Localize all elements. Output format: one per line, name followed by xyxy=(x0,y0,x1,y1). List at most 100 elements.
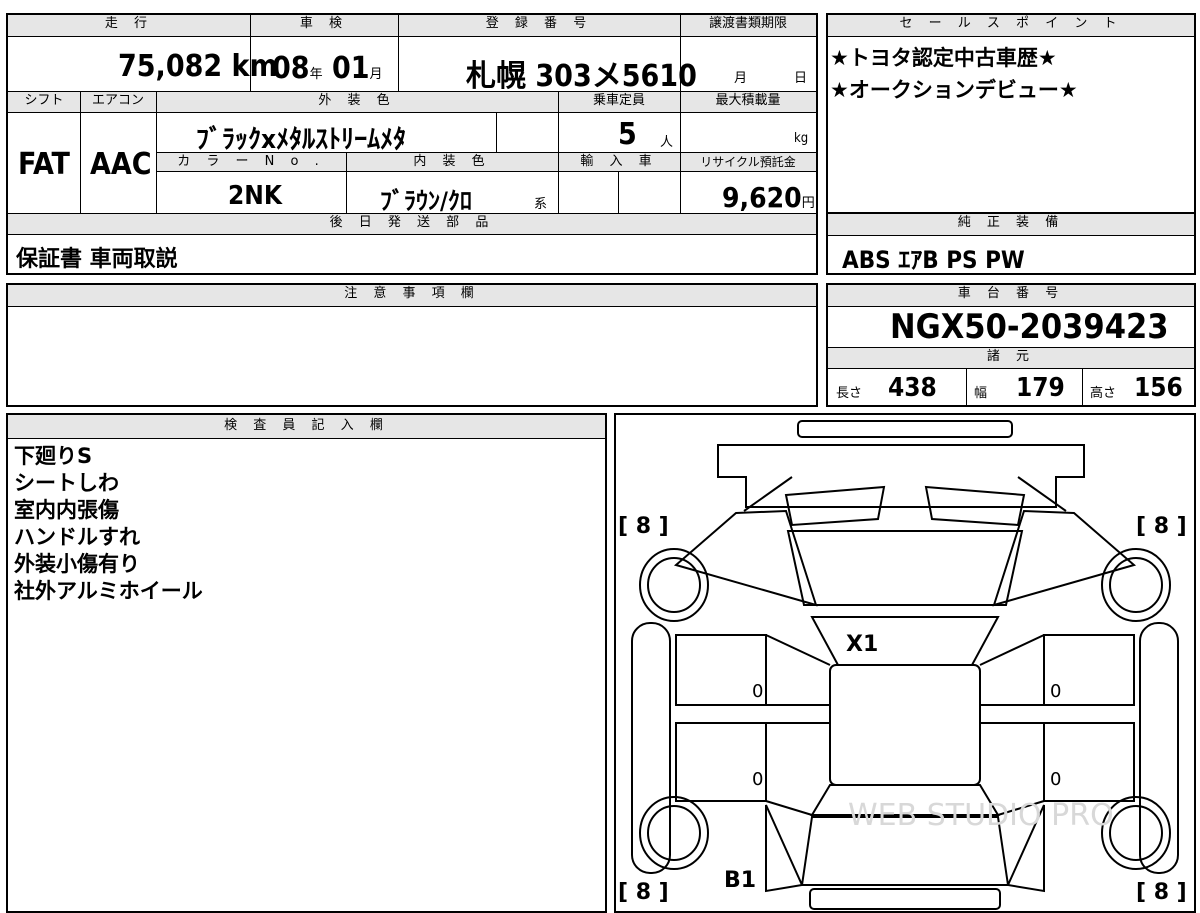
inspector-line: 下廻りS xyxy=(14,444,93,468)
damage-mark-rear: B1 xyxy=(724,868,756,893)
divider xyxy=(80,91,81,213)
mileage-label: 走 行 xyxy=(8,15,250,37)
later-parts-label: 後 日 発 送 部 品 xyxy=(8,213,816,235)
interior-color-suffix: 系 xyxy=(534,197,548,212)
divider xyxy=(156,91,157,213)
registration-label: 登 録 番 号 xyxy=(398,15,680,37)
wheel-rear-left-inner xyxy=(647,805,701,861)
wheel-front-left-inner xyxy=(647,557,701,613)
exterior-color-label: 外 装 色 xyxy=(156,91,558,113)
tire-depth-rear-right: [ 8 ] xyxy=(1136,880,1187,905)
sales-point-box: セ ー ル ス ポ イ ン ト ★トヨタ認定中古車歴★ ★オークションデビュー★ xyxy=(826,13,1196,215)
shift-label: シフト xyxy=(8,91,80,113)
chassis-box: 車 台 番 号 NGX50-2039423 諸 元 長さ 438 幅 179 高… xyxy=(826,283,1196,407)
color-no-label: カ ラ ー N o . xyxy=(156,152,346,172)
divider xyxy=(618,172,619,213)
color-no-value: 2NK xyxy=(228,181,282,211)
door-mark-left-rear: 0 xyxy=(752,769,763,790)
inspector-line: ハンドルすれ xyxy=(14,525,140,549)
width-value: 179 xyxy=(1016,373,1065,403)
door-mark-right-front: 0 xyxy=(1050,681,1061,702)
hood xyxy=(786,530,1024,606)
inspector-line: 社外アルミホイール xyxy=(14,579,203,603)
divider xyxy=(1082,369,1083,405)
sales-point-line: ★オークションデビュー★ xyxy=(830,78,1078,102)
transfer-deadline-label: 譲渡書類期限 xyxy=(680,15,816,37)
capacity-unit: 人 xyxy=(660,135,674,150)
divider xyxy=(398,15,399,91)
divider xyxy=(966,369,967,405)
wheel-rear-left xyxy=(639,796,709,870)
car-outline-svg: [ 8 ] [ 8 ] [ 8 ] [ 8 ] X1 B1 0 0 0 0 WE… xyxy=(618,420,1187,910)
sales-point-label: セ ー ル ス ポ イ ン ト xyxy=(828,15,1194,37)
length-label: 長さ xyxy=(836,386,863,401)
ac-label: エアコン xyxy=(80,91,156,113)
equipment-label: 純 正 装 備 xyxy=(828,214,1194,236)
equipment-box: 純 正 装 備 ABS ｴｱB PS PW xyxy=(826,212,1196,275)
ac-value: AAC xyxy=(90,147,152,182)
watermark: WEB STUDIO PRO xyxy=(848,798,1114,833)
tire-depth-front-right: [ 8 ] xyxy=(1136,514,1187,539)
vehicle-spec-table: 走 行 車 検 登 録 番 号 譲渡書類期限 75,082 km 08年 01月… xyxy=(6,13,818,275)
inspector-line: シートしわ xyxy=(14,471,119,495)
later-parts-value: 保証書 車両取説 xyxy=(16,247,178,272)
height-label: 高さ xyxy=(1090,386,1117,401)
height-value: 156 xyxy=(1134,373,1183,403)
chassis-number: NGX50-2039423 xyxy=(890,307,1169,347)
transfer-day-unit: 日 xyxy=(794,71,808,86)
registration-value: 札幌 303メ5610 xyxy=(466,59,697,94)
sales-point-line: ★トヨタ認定中古車歴★ xyxy=(830,46,1057,70)
right-rocker xyxy=(1139,622,1179,874)
divider xyxy=(558,91,559,213)
equipment-value: ABS ｴｱB PS PW xyxy=(842,246,1025,274)
rear-bumper xyxy=(809,888,1001,910)
sales-point-list: ★トヨタ認定中古車歴★ ★オークションデビュー★ xyxy=(830,45,1078,104)
notes-label: 注 意 事 項 欄 xyxy=(8,285,816,307)
max-load-label: 最大積載量 xyxy=(680,91,816,113)
recycle-label: リサイクル預託金 xyxy=(680,152,816,172)
car-condition-diagram: [ 8 ] [ 8 ] [ 8 ] [ 8 ] X1 B1 0 0 0 0 WE… xyxy=(614,413,1196,913)
inspector-label: 検 査 員 記 入 欄 xyxy=(8,415,605,439)
divider xyxy=(250,15,251,91)
import-label: 輸 入 車 xyxy=(558,152,680,172)
shaken-date: 08年 01月 xyxy=(272,51,383,86)
divider xyxy=(680,15,681,213)
mileage-value: 75,082 km xyxy=(118,49,278,84)
width-label: 幅 xyxy=(974,386,988,401)
wheel-front-right-inner xyxy=(1109,557,1163,613)
door-mark-right-rear: 0 xyxy=(1050,769,1061,790)
windshield xyxy=(810,616,1000,666)
max-load-unit: kg xyxy=(794,131,809,146)
exterior-color-value: ﾌﾞﾗｯｸxﾒﾀﾙｽﾄﾘｰﾑﾒﾀ xyxy=(196,125,407,155)
left-rocker xyxy=(631,622,671,874)
rear-quarter-left xyxy=(765,804,804,893)
interior-color-label: 内 装 色 xyxy=(346,152,558,172)
divider xyxy=(496,113,497,152)
divider xyxy=(346,152,347,213)
wheel-front-right xyxy=(1101,548,1171,622)
wheel-rear-right-inner xyxy=(1109,805,1163,861)
tire-depth-front-left: [ 8 ] xyxy=(618,514,669,539)
front-grille xyxy=(717,444,1085,508)
roof xyxy=(829,664,981,786)
capacity-label: 乗車定員 xyxy=(558,91,680,113)
interior-color-value: ﾌﾞﾗｳﾝ/ｸﾛ xyxy=(380,187,472,215)
inspector-notes: 下廻りS シートしわ 室内内張傷 ハンドルすれ 外装小傷有り 社外アルミホイール xyxy=(14,443,203,605)
wheel-front-left xyxy=(639,548,709,622)
tire-depth-rear-left: [ 8 ] xyxy=(618,880,669,905)
front-bumper xyxy=(797,420,1013,438)
door-mark-left-front: 0 xyxy=(752,681,763,702)
inspector-box: 検 査 員 記 入 欄 下廻りS シートしわ 室内内張傷 ハンドルすれ 外装小傷… xyxy=(6,413,607,913)
transfer-month-unit: 月 xyxy=(734,71,748,86)
spec-label: 諸 元 xyxy=(828,347,1194,369)
inspector-line: 室内内張傷 xyxy=(14,498,119,522)
length-value: 438 xyxy=(888,373,937,403)
damage-mark-windshield: X1 xyxy=(846,632,878,657)
shaken-label: 車 検 xyxy=(250,15,398,37)
inspector-line: 外装小傷有り xyxy=(14,552,140,576)
notes-box: 注 意 事 項 欄 xyxy=(6,283,818,407)
recycle-value: 9,620円 xyxy=(722,181,815,214)
capacity-value: 5 xyxy=(618,117,637,152)
chassis-label: 車 台 番 号 xyxy=(828,285,1194,307)
shift-value: FAT xyxy=(18,147,70,182)
